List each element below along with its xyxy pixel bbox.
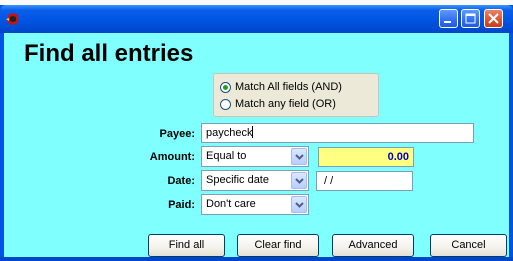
close-icon — [488, 13, 499, 24]
match-mode-group: Match All fields (AND) Match any field (… — [213, 73, 379, 117]
chevron-down-icon — [295, 178, 304, 184]
clear-find-button[interactable]: Clear find — [237, 234, 319, 257]
amount-input[interactable]: 0.00 — [318, 147, 414, 167]
date-label: Date: — [167, 175, 195, 187]
chevron-down-icon — [295, 154, 304, 160]
paid-dropdown-button[interactable] — [291, 196, 307, 213]
advanced-button[interactable]: Advanced — [332, 234, 414, 257]
payee-input[interactable]: paycheck — [201, 123, 474, 143]
payee-label: Payee: — [159, 128, 195, 140]
paid-label: Paid: — [168, 199, 195, 211]
amount-operator-value: Equal to — [206, 150, 247, 162]
date-input[interactable]: / / — [316, 171, 413, 191]
find-dialog-window: Find all entries Match All fields (AND) … — [0, 5, 513, 261]
date-mode-value: Specific date — [206, 174, 269, 186]
find-all-button[interactable]: Find all — [148, 234, 225, 257]
close-button[interactable] — [484, 9, 503, 28]
amount-dropdown-button[interactable] — [291, 148, 307, 165]
window-bottom-border — [0, 257, 513, 261]
cancel-button[interactable]: Cancel — [430, 234, 507, 257]
match-any-radio[interactable] — [220, 98, 231, 110]
match-any-label[interactable]: Match any field (OR) — [235, 98, 336, 110]
title-bar[interactable] — [0, 5, 513, 33]
amount-label: Amount: — [149, 151, 195, 163]
match-all-option[interactable]: Match All fields (AND) — [220, 79, 342, 95]
minimize-button[interactable] — [439, 9, 458, 28]
dialog-client-area: Find all entries Match All fields (AND) … — [4, 33, 509, 257]
date-mode-select[interactable]: Specific date — [201, 170, 309, 191]
text-caret — [252, 126, 254, 138]
date-dropdown-button[interactable] — [291, 172, 307, 189]
chevron-down-icon — [295, 202, 304, 208]
app-icon[interactable] — [6, 12, 20, 26]
paid-status-select[interactable]: Don't care — [201, 194, 309, 215]
maximize-button[interactable] — [461, 9, 480, 28]
minimize-icon — [444, 21, 451, 23]
match-any-option[interactable]: Match any field (OR) — [220, 96, 336, 112]
match-all-radio[interactable] — [220, 81, 231, 93]
match-all-label[interactable]: Match All fields (AND) — [235, 81, 342, 93]
payee-value: paycheck — [206, 127, 253, 139]
amount-operator-select[interactable]: Equal to — [201, 146, 309, 167]
paid-status-value: Don't care — [206, 198, 256, 210]
maximize-icon — [465, 13, 476, 24]
page-title: Find all entries — [24, 40, 194, 67]
